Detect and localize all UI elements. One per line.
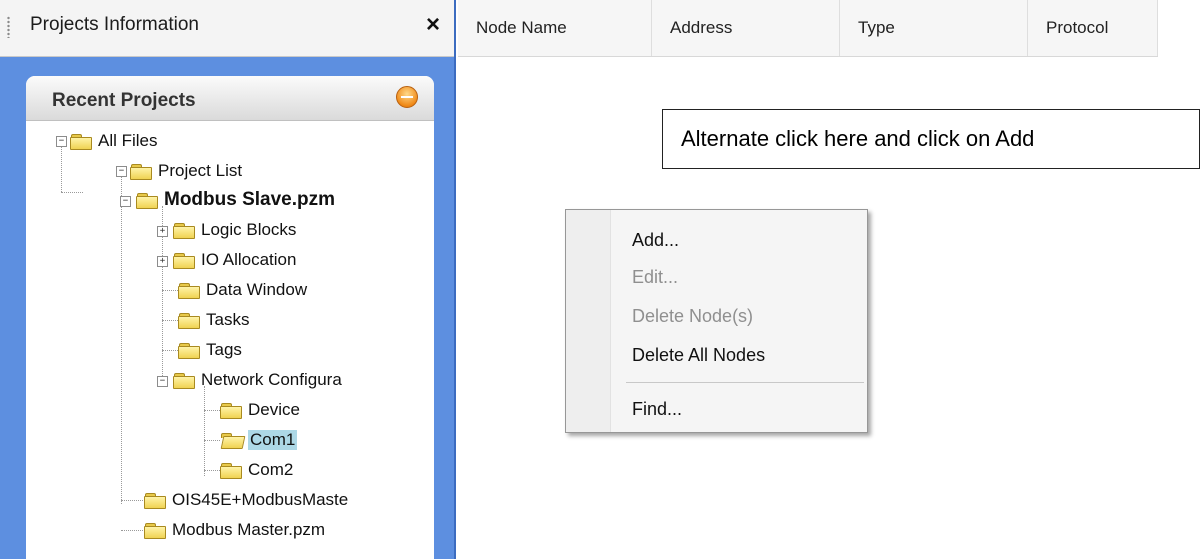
folder-icon — [173, 222, 195, 239]
panel-header: Projects Information × — [0, 0, 454, 57]
tree-line — [204, 470, 220, 471]
tree-item-device[interactable]: Device — [220, 397, 300, 423]
folder-icon — [173, 252, 195, 269]
column-header-address[interactable]: Address — [652, 0, 840, 56]
tree-item-label: Device — [248, 400, 300, 419]
node-table-header: Node Name Address Type Protocol — [458, 0, 1158, 57]
tree-item-tasks[interactable]: Tasks — [178, 307, 249, 333]
folder-icon — [178, 282, 200, 299]
context-menu: Add... Edit... Delete Node(s) Delete All… — [565, 209, 868, 433]
panel-title: Projects Information — [30, 14, 199, 35]
column-header-node-name[interactable]: Node Name — [458, 0, 652, 56]
tree-item-label: Com1 — [248, 430, 298, 450]
column-header-type[interactable]: Type — [840, 0, 1028, 56]
tree-item-tags[interactable]: Tags — [178, 337, 242, 363]
folder-icon — [220, 462, 242, 479]
drag-grip-icon[interactable] — [7, 16, 10, 38]
folder-icon — [178, 312, 200, 329]
tree-item-label: IO Allocation — [201, 250, 297, 269]
tree-item-com1[interactable]: Com1 — [220, 427, 298, 453]
tree-item-label: All Files — [98, 131, 158, 150]
tree-item-project[interactable]: Modbus Slave.pzm — [136, 187, 335, 213]
tree-item-label: Tasks — [206, 310, 250, 329]
menu-item-add[interactable]: Add... — [632, 230, 679, 251]
tree-line — [121, 176, 122, 504]
instruction-callout: Alternate click here and click on Add — [662, 109, 1200, 169]
tree-item-label: Network Configura — [201, 370, 342, 389]
tree-line — [162, 290, 178, 291]
menu-item-delete-all-nodes[interactable]: Delete All Nodes — [632, 345, 765, 366]
folder-icon — [144, 522, 166, 539]
collapse-icon[interactable] — [396, 86, 418, 108]
collapse-toggle-icon[interactable]: − — [56, 136, 67, 147]
tree-line — [162, 350, 178, 351]
tree-line — [61, 146, 62, 192]
tree-item-label: Data Window — [206, 280, 308, 299]
expand-toggle-icon[interactable]: + — [157, 256, 168, 267]
folder-icon — [130, 163, 152, 180]
tree-item-label: Logic Blocks — [201, 220, 297, 239]
menu-item-find[interactable]: Find... — [632, 399, 682, 420]
collapse-toggle-icon[interactable]: − — [116, 166, 127, 177]
collapse-toggle-icon[interactable]: − — [157, 376, 168, 387]
tree-item-label: Modbus Slave.pzm — [164, 189, 336, 210]
tree-item-modbus-master-project[interactable]: Modbus Master.pzm — [144, 517, 325, 543]
tree-item-data-window[interactable]: Data Window — [178, 277, 307, 303]
tree-item-label: OIS45E+ModbusMaste — [172, 490, 349, 509]
expand-toggle-icon[interactable]: + — [157, 226, 168, 237]
folder-icon — [70, 133, 92, 150]
close-icon[interactable]: × — [420, 12, 446, 38]
tree-item-io-allocation[interactable]: IO Allocation — [173, 247, 296, 273]
tree-line — [162, 320, 178, 321]
tree-item-label: Modbus Master.pzm — [172, 520, 326, 539]
tree-item-com2[interactable]: Com2 — [220, 457, 293, 483]
folder-icon — [136, 192, 158, 209]
menu-item-delete-nodes[interactable]: Delete Node(s) — [632, 306, 753, 327]
tree-item-label: Project List — [158, 161, 243, 180]
recent-projects-box: Recent Projects − All Files − Project Li… — [26, 76, 434, 559]
tree-line — [121, 500, 143, 501]
folder-icon — [144, 492, 166, 509]
tree-line — [121, 530, 143, 531]
tree-item-logic-blocks[interactable]: Logic Blocks — [173, 217, 296, 243]
tree-item-label: Tags — [206, 340, 242, 359]
projects-information-panel: Projects Information × Recent Projects −… — [0, 0, 456, 559]
tree-line — [204, 386, 205, 476]
tree-item-network-configuration[interactable]: Network Configura — [173, 367, 342, 393]
open-folder-icon — [220, 432, 246, 449]
menu-separator — [626, 382, 864, 383]
tree-item-label: Com2 — [248, 460, 294, 479]
tree-line — [61, 192, 83, 193]
folder-icon — [178, 342, 200, 359]
tree-item-all-files[interactable]: All Files — [70, 128, 158, 154]
menu-item-edit[interactable]: Edit... — [632, 267, 678, 288]
recent-projects-title: Recent Projects — [52, 90, 196, 111]
column-header-protocol[interactable]: Protocol — [1028, 0, 1158, 56]
folder-icon — [173, 372, 195, 389]
tree-line — [204, 410, 220, 411]
tree-item-project-list[interactable]: Project List — [130, 158, 242, 184]
tree-item-ois45e-project[interactable]: OIS45E+ModbusMaste — [144, 487, 348, 513]
collapse-toggle-icon[interactable]: − — [120, 196, 131, 207]
menu-icon-gutter — [566, 210, 611, 432]
tree-line — [204, 440, 220, 441]
folder-icon — [220, 402, 242, 419]
recent-projects-header: Recent Projects — [26, 76, 434, 121]
